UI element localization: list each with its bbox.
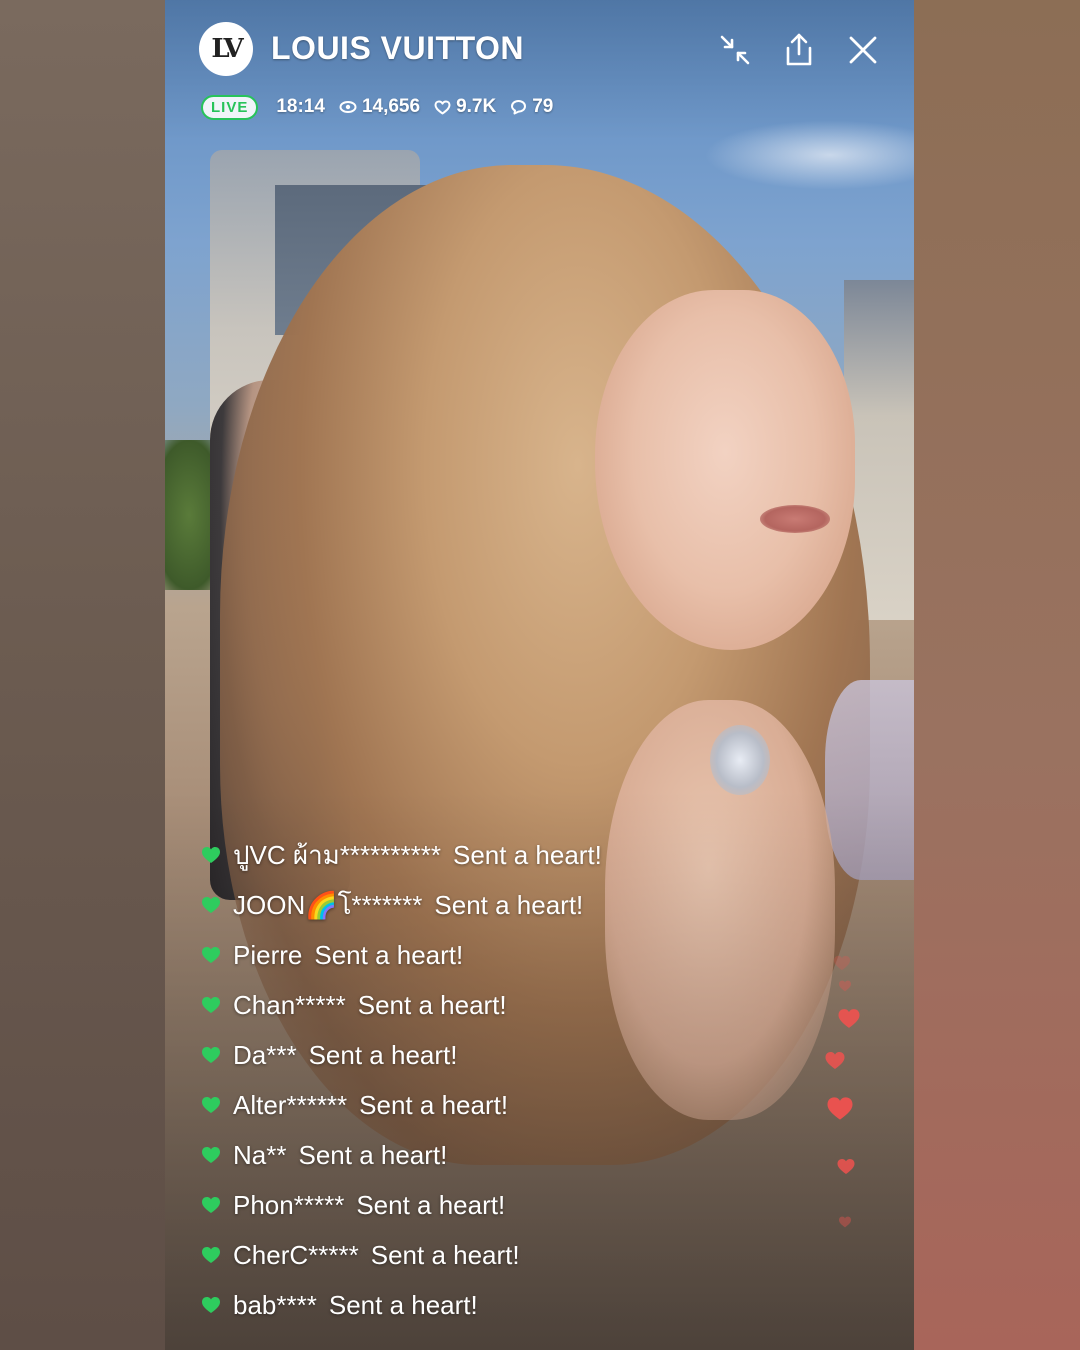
chat-message: Sent a heart!: [314, 939, 464, 970]
stream-header: LV LOUIS VUITTON: [199, 20, 884, 80]
chat-username[interactable]: ปูVC ผ้าม**********: [233, 835, 441, 876]
heart-count: 9.7K: [434, 96, 496, 118]
heart-icon: [839, 1216, 851, 1228]
viewer-value: 14,656: [361, 96, 421, 117]
heart-outline-icon: [434, 100, 451, 114]
heart-icon: [834, 955, 850, 971]
heart-icon: [838, 1009, 860, 1028]
comment-value: 79: [532, 96, 554, 117]
heart-icon: [837, 1158, 855, 1175]
eye-icon: [339, 101, 357, 113]
heart-icon: [827, 1097, 853, 1120]
heart-icon: [202, 1297, 220, 1313]
chat-item: Phon***** Sent a heart!: [201, 1180, 721, 1230]
heart-icon: [202, 897, 220, 913]
live-badge: LIVE: [201, 94, 259, 120]
chat-feed: ปูVC ผ้าม********** Sent a heart! JOON🌈โ**…: [201, 830, 721, 1330]
heart-icon: [202, 1147, 220, 1163]
chat-username[interactable]: Chan*****: [233, 990, 346, 1021]
stream-stats: LIVE 18:14 14,656 9.7K 79: [201, 90, 559, 124]
heart-icon: [202, 947, 220, 963]
chat-username[interactable]: JOON🌈โ*******: [233, 885, 422, 926]
heart-value: 9.7K: [456, 96, 497, 117]
close-icon[interactable]: [842, 29, 884, 71]
chat-username[interactable]: Da***: [233, 1040, 297, 1071]
chat-message: Sent a heart!: [308, 1039, 458, 1070]
brand-logo-text: LV: [211, 34, 243, 64]
viewer-count: 14,656: [339, 96, 420, 118]
heart-icon: [202, 847, 220, 863]
chat-username[interactable]: Alter******: [233, 1090, 347, 1121]
chat-item: ปูVC ผ้าม********** Sent a heart!: [201, 830, 721, 880]
header-actions: [714, 28, 884, 72]
heart-icon: [839, 980, 851, 992]
chat-username[interactable]: CherC*****: [233, 1240, 359, 1271]
comment-count: 79: [510, 96, 553, 118]
heart-icon: [202, 1197, 220, 1213]
chat-username[interactable]: bab****: [233, 1290, 317, 1321]
chat-message: Sent a heart!: [357, 989, 507, 1020]
minimize-icon[interactable]: [714, 29, 756, 71]
chat-username[interactable]: Pierre: [233, 940, 302, 971]
channel-name[interactable]: LOUIS VUITTON: [271, 30, 524, 67]
left-background-blur: [0, 0, 165, 1350]
chat-message: Sent a heart!: [356, 1189, 506, 1220]
elapsed-value: 18:14: [276, 96, 325, 117]
chat-message: Sent a heart!: [434, 889, 584, 920]
heart-icon: [202, 997, 220, 1013]
heart-icon: [202, 1247, 220, 1263]
chat-item: Alter****** Sent a heart!: [201, 1080, 721, 1130]
heart-icon: [202, 1047, 220, 1063]
chat-item: Pierre Sent a heart!: [201, 930, 721, 980]
chat-message: Sent a heart!: [453, 839, 602, 870]
chat-item: Na** Sent a heart!: [201, 1130, 721, 1180]
chat-item: Da*** Sent a heart!: [201, 1030, 721, 1080]
live-stream-screen: LV LOUIS VUITTON LIVE 18:14 14,656 9.7K …: [165, 0, 914, 1350]
chat-item: CherC***** Sent a heart!: [201, 1230, 721, 1280]
chat-item: bab**** Sent a heart!: [201, 1280, 721, 1330]
lips: [760, 505, 830, 533]
heart-icon: [825, 1052, 845, 1069]
chat-message: Sent a heart!: [359, 1089, 509, 1120]
chat-username[interactable]: Phon*****: [233, 1190, 344, 1221]
brand-avatar[interactable]: LV: [199, 22, 253, 76]
chat-message: Sent a heart!: [370, 1239, 520, 1270]
chat-item: JOON🌈โ******* Sent a heart!: [201, 880, 721, 930]
heart-icon: [202, 1097, 220, 1113]
chat-item: Chan***** Sent a heart!: [201, 980, 721, 1030]
right-background-blur: [914, 0, 1080, 1350]
comment-icon: [511, 100, 527, 115]
ring: [710, 725, 770, 795]
elapsed-time: 18:14: [276, 96, 325, 118]
chat-username[interactable]: Na**: [233, 1140, 286, 1171]
chat-message: Sent a heart!: [298, 1139, 448, 1170]
share-icon[interactable]: [778, 29, 820, 71]
chat-message: Sent a heart!: [328, 1289, 478, 1320]
